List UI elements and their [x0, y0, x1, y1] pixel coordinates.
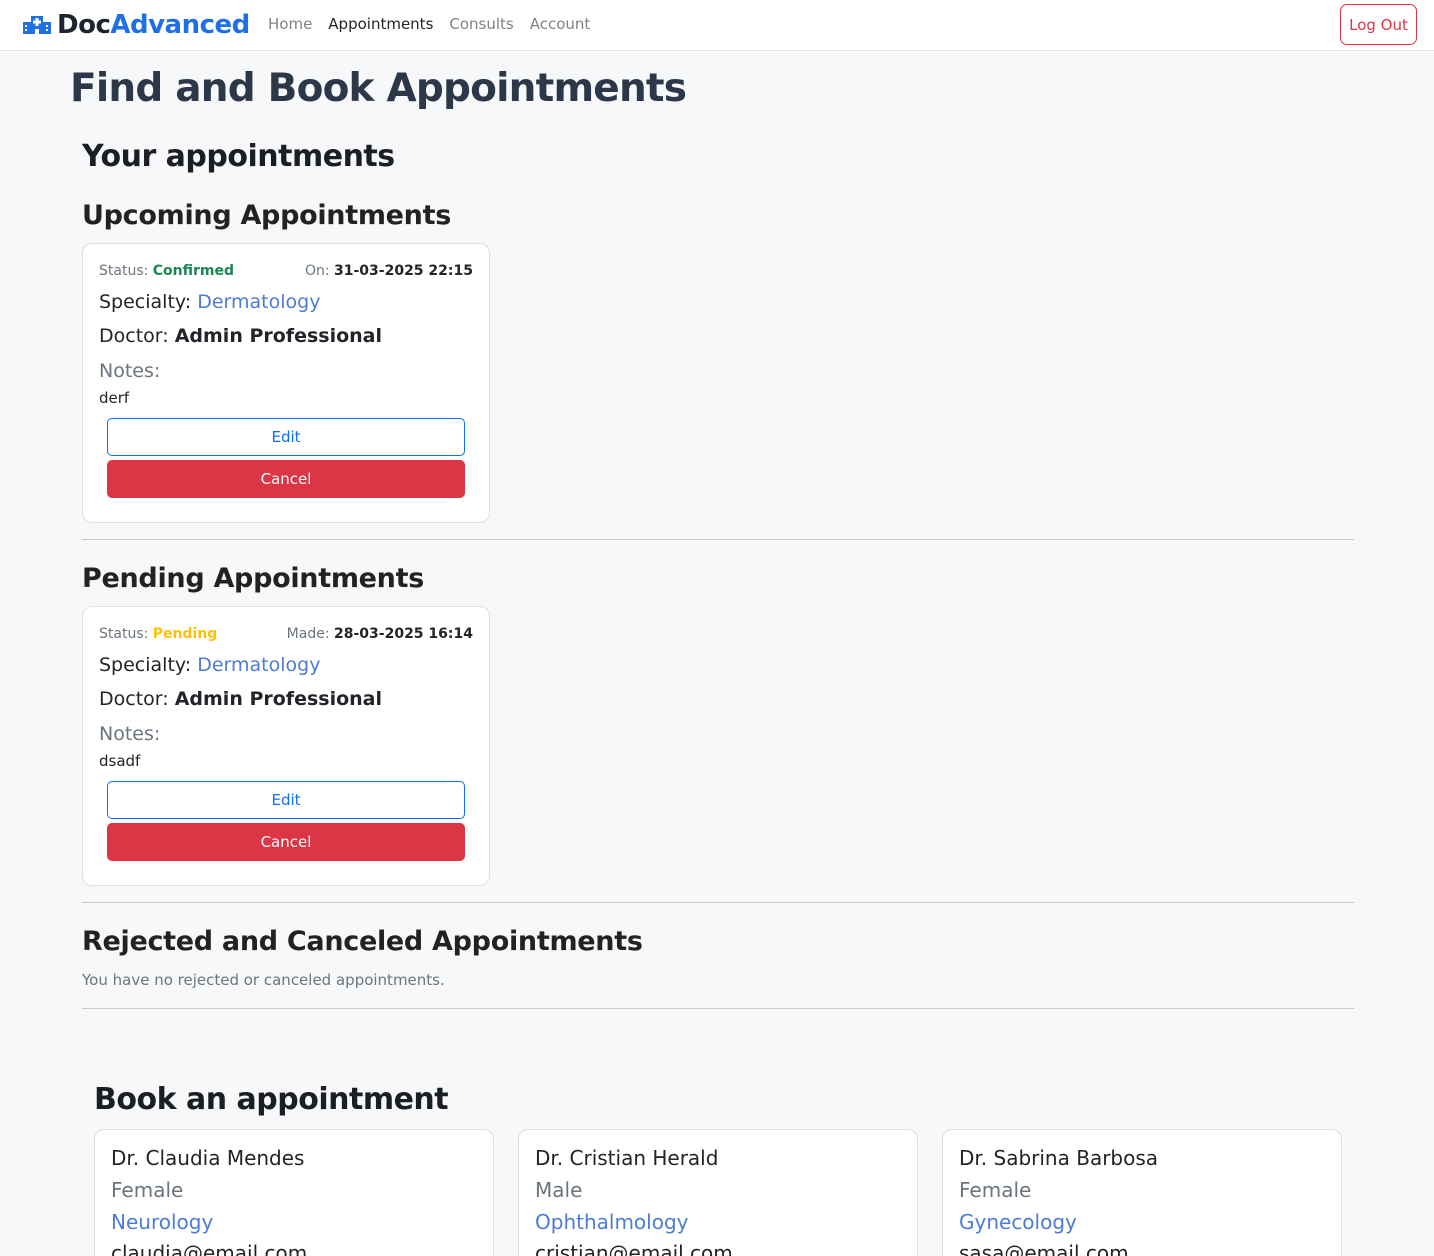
- appointment-specialty: Specialty: Dermatology: [99, 654, 320, 676]
- date-value: 31-03-2025 22:15: [334, 263, 473, 279]
- nav-link-consults[interactable]: Consults: [449, 15, 513, 33]
- empty-state-message: You have no rejected or canceled appoint…: [82, 971, 445, 989]
- doctor-gender: Male: [535, 1178, 583, 1202]
- cancel-button[interactable]: Cancel: [107, 823, 465, 861]
- notes-label: Notes:: [99, 360, 161, 382]
- specialty-link[interactable]: Dermatology: [197, 654, 320, 676]
- brand-logo[interactable]: Doc Advanced: [22, 8, 250, 42]
- doctor-card[interactable]: Dr. Claudia Mendes Female Neurology clau…: [94, 1129, 494, 1256]
- doctor-specialty-link[interactable]: Neurology: [111, 1210, 213, 1234]
- divider: [82, 1008, 1354, 1009]
- doctor-gender: Female: [111, 1178, 184, 1202]
- specialty-link[interactable]: Dermatology: [197, 291, 320, 313]
- doctor-name: Dr. Sabrina Barbosa: [959, 1146, 1159, 1170]
- status-value: Pending: [152, 626, 218, 642]
- notes-label: Notes:: [99, 723, 161, 745]
- doctor-specialty-link[interactable]: Ophthalmology: [535, 1210, 689, 1234]
- upcoming-appointments-heading: Upcoming Appointments: [82, 200, 451, 231]
- doctor-specialty-link[interactable]: Gynecology: [959, 1210, 1077, 1234]
- notes-text: dsadf: [99, 752, 141, 770]
- nav-link-account[interactable]: Account: [530, 15, 591, 33]
- doctor-email: sasa@email.com: [959, 1241, 1129, 1256]
- cancel-button[interactable]: Cancel: [107, 460, 465, 498]
- pending-appointment-card: Status: Pending Made: 28-03-2025 16:14 S…: [82, 606, 490, 886]
- doctor-card[interactable]: Dr. Sabrina Barbosa Female Gynecology sa…: [942, 1129, 1342, 1256]
- doctor-name: Dr. Claudia Mendes: [111, 1146, 305, 1170]
- appointment-status-row: Status: Confirmed On: 31-03-2025 22:15: [99, 263, 473, 279]
- brand-name-advanced: Advanced: [110, 10, 250, 40]
- date-label: On:: [304, 263, 330, 279]
- nav-link-appointments[interactable]: Appointments: [328, 15, 433, 33]
- doctor-label: Doctor:: [99, 325, 169, 347]
- rejected-appointments-heading: Rejected and Canceled Appointments: [82, 926, 643, 957]
- doctor-name: Admin Professional: [174, 688, 383, 710]
- date-value: 28-03-2025 16:14: [334, 626, 473, 642]
- appointment-specialty: Specialty: Dermatology: [99, 291, 320, 313]
- status-label: Status:: [99, 626, 149, 642]
- page-title: Find and Book Appointments: [70, 66, 687, 111]
- nav-links: Home Appointments Consults Account: [268, 15, 590, 33]
- appointment-doctor: Doctor: Admin Professional: [99, 688, 382, 710]
- doctor-email: claudia@email.com: [111, 1241, 308, 1256]
- date-label: Made:: [286, 626, 330, 642]
- status-label: Status:: [99, 263, 149, 279]
- status-value: Confirmed: [152, 263, 235, 279]
- navbar: Doc Advanced Home Appointments Consults A…: [0, 0, 1434, 51]
- appointment-status: Status: Confirmed: [99, 263, 234, 279]
- appointment-status: Status: Pending: [99, 626, 217, 642]
- appointment-status-row: Status: Pending Made: 28-03-2025 16:14: [99, 626, 473, 642]
- doctor-label: Doctor:: [99, 688, 169, 710]
- doctor-gender: Female: [959, 1178, 1032, 1202]
- pending-appointments-heading: Pending Appointments: [82, 563, 424, 594]
- specialty-label: Specialty:: [99, 654, 192, 676]
- brand-name-doc: Doc: [57, 10, 111, 40]
- your-appointments-heading: Your appointments: [82, 139, 395, 174]
- logout-button[interactable]: Log Out: [1340, 4, 1417, 45]
- divider: [82, 539, 1354, 540]
- appointment-date: On: 31-03-2025 22:15: [305, 263, 473, 279]
- edit-button[interactable]: Edit: [107, 781, 465, 819]
- specialty-label: Specialty:: [99, 291, 192, 313]
- upcoming-appointment-card: Status: Confirmed On: 31-03-2025 22:15 S…: [82, 243, 490, 523]
- appointment-date: Made: 28-03-2025 16:14: [287, 626, 473, 642]
- book-appointment-heading: Book an appointment: [94, 1082, 449, 1117]
- edit-button[interactable]: Edit: [107, 418, 465, 456]
- divider: [82, 902, 1354, 903]
- hospital-icon: [23, 16, 51, 34]
- notes-text: derf: [99, 389, 130, 407]
- doctor-name: Dr. Cristian Herald: [535, 1146, 719, 1170]
- nav-link-home[interactable]: Home: [268, 15, 312, 33]
- doctor-name: Admin Professional: [174, 325, 383, 347]
- appointment-doctor: Doctor: Admin Professional: [99, 325, 382, 347]
- doctor-card[interactable]: Dr. Cristian Herald Male Ophthalmology c…: [518, 1129, 918, 1256]
- doctor-email: cristian@email.com: [535, 1241, 733, 1256]
